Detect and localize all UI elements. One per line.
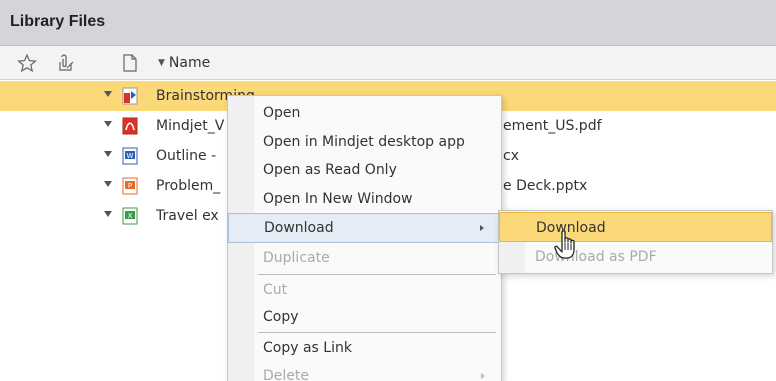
submenu-arrow-icon — [481, 373, 485, 379]
excel-file-icon: X — [122, 207, 138, 225]
menu-item-label: Duplicate — [263, 250, 330, 266]
panel-title: Library Files — [10, 13, 106, 30]
sort-caret-icon: ▼ — [158, 58, 165, 68]
file-name: Outline - — [156, 148, 217, 164]
submenu-arrow-icon — [480, 225, 484, 231]
star-icon[interactable] — [17, 53, 37, 73]
menu-item-delete[interactable]: Delete — [228, 362, 501, 381]
expand-icon[interactable] — [104, 181, 112, 187]
menu-item-copy[interactable]: Copy — [228, 303, 501, 331]
menu-item-open-desktop[interactable]: Open in Mindjet desktop app — [228, 128, 501, 156]
submenu-item-download-pdf[interactable]: Download as PDF — [499, 242, 772, 272]
file-name-tail: ement_US.pdf — [503, 118, 602, 134]
name-column-header[interactable]: ▼ Name — [158, 55, 210, 71]
menu-item-download[interactable]: Download — [228, 213, 501, 243]
svg-text:X: X — [128, 212, 133, 220]
svg-text:P: P — [128, 182, 132, 190]
menu-item-open-new-window[interactable]: Open In New Window — [228, 185, 501, 213]
menu-item-label: Open in Mindjet desktop app — [263, 134, 465, 150]
menu-item-label: Copy as Link — [263, 340, 352, 356]
expand-icon[interactable] — [104, 91, 112, 97]
file-name: Travel ex — [156, 208, 219, 224]
hand-pointer-icon — [554, 230, 575, 259]
mindmap-file-icon — [122, 87, 138, 105]
pdf-file-icon — [122, 117, 138, 135]
expand-icon[interactable] — [104, 121, 112, 127]
name-column-label: Name — [168, 55, 211, 71]
menu-item-label: Cut — [263, 282, 288, 298]
attachment-icon[interactable] — [56, 53, 76, 73]
context-menu: Open Open in Mindjet desktop app Open as… — [227, 95, 502, 381]
submenu-item-download[interactable]: Download — [499, 212, 772, 242]
svg-text:W: W — [127, 152, 134, 160]
menu-item-label: Copy — [263, 309, 299, 325]
file-name-tail: cx — [503, 148, 519, 164]
menu-item-label: Open as Read Only — [263, 162, 397, 178]
expand-icon[interactable] — [104, 211, 112, 217]
menu-item-label: Open In New Window — [263, 191, 413, 207]
word-file-icon: W — [122, 147, 138, 165]
file-name-tail: e Deck.pptx — [503, 178, 588, 194]
menu-separator — [258, 332, 496, 333]
menu-item-cut[interactable]: Cut — [228, 276, 501, 304]
menu-item-label: Delete — [263, 368, 309, 381]
expand-icon[interactable] — [104, 151, 112, 157]
menu-separator — [258, 274, 496, 275]
menu-item-open[interactable]: Open — [228, 99, 501, 127]
panel-title-bar: Library Files — [0, 0, 776, 46]
document-icon[interactable] — [120, 53, 140, 73]
menu-item-label: Download — [264, 220, 334, 236]
menu-item-label: Open — [263, 105, 301, 121]
file-name: Mindjet_V — [156, 118, 225, 134]
menu-item-open-read-only[interactable]: Open as Read Only — [228, 156, 501, 184]
powerpoint-file-icon: P — [122, 177, 138, 195]
download-submenu: Download Download as PDF — [498, 210, 773, 274]
column-header: ▼ Name — [0, 46, 776, 80]
menu-item-duplicate[interactable]: Duplicate — [228, 244, 501, 272]
file-name: Problem_ — [156, 178, 221, 194]
menu-item-copy-as-link[interactable]: Copy as Link — [228, 334, 501, 362]
